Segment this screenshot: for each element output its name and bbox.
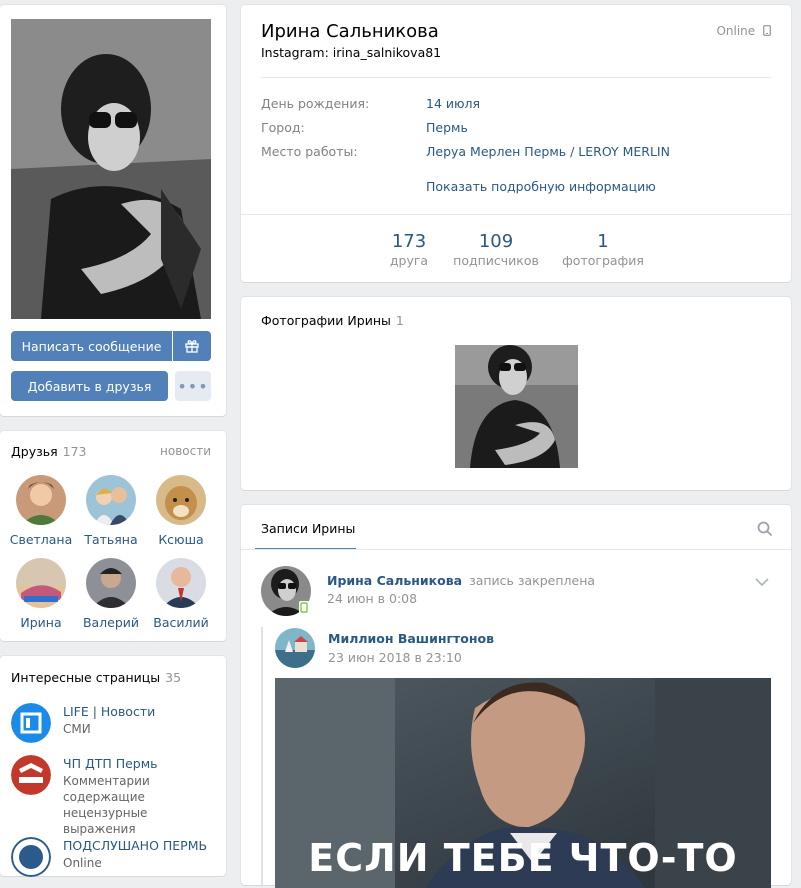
page-title: Ирина Сальникова: [261, 21, 439, 42]
divider: [261, 77, 771, 78]
friend-item[interactable]: Василий: [146, 558, 216, 630]
repost-author-link[interactable]: Миллион Вашингтонов: [328, 631, 494, 646]
post-author-link[interactable]: Ирина Сальникова: [327, 573, 462, 588]
info-value-work[interactable]: Леруа Мерлен Пермь / LEROY MERLIN: [426, 144, 670, 159]
friend-item[interactable]: Валерий: [76, 558, 146, 630]
photos-title[interactable]: Фотографии Ирины 1: [261, 313, 404, 328]
online-status: Online: [716, 24, 771, 38]
avatar: [16, 558, 66, 608]
friends-title[interactable]: Друзья 173: [11, 444, 87, 459]
friends-block: Друзья 173 новости Светлана Татьяна Ксюша…: [0, 431, 226, 641]
post-date[interactable]: 24 июн в 0:08: [327, 591, 417, 606]
info-label-birthday: День рождения:: [261, 96, 370, 111]
life-logo-icon: [11, 703, 51, 743]
chp-dtp-logo-icon: [11, 755, 51, 795]
pages-title[interactable]: Интересные страницы 35: [11, 670, 181, 685]
wall-block: Записи Ирины Ирина Сальникова запись зак…: [241, 505, 791, 888]
friend-item[interactable]: Татьяна: [76, 475, 146, 547]
profile-photo[interactable]: [11, 19, 211, 319]
profile-info-card: Ирина Сальникова Instagram: irina_salnik…: [241, 5, 791, 282]
chevron-down-icon[interactable]: [755, 578, 769, 587]
friend-item[interactable]: Ирина: [6, 558, 76, 630]
post-header: Ирина Сальникова запись закреплена: [327, 573, 595, 588]
info-value-city[interactable]: Пермь: [426, 120, 468, 135]
send-message-button[interactable]: Написать сообщение: [11, 331, 172, 361]
photo-thumbnail[interactable]: [455, 345, 578, 468]
gift-icon: [185, 340, 199, 353]
repost-date[interactable]: 23 июн 2018 в 23:10: [328, 650, 462, 665]
more-actions-button[interactable]: •••: [175, 371, 211, 401]
show-more-info-link[interactable]: Показать подробную информацию: [426, 179, 656, 194]
post-image[interactable]: ЕСЛИ ТЕБЕ ЧТО-ТО: [275, 678, 771, 888]
podslushano-logo-icon: [11, 837, 51, 877]
avatar[interactable]: [275, 628, 315, 668]
divider: [241, 214, 791, 215]
friend-item[interactable]: Ксюша: [146, 475, 216, 547]
interesting-pages-block: Интересные страницы 35 LIFE | Новости СМИ…: [0, 656, 226, 877]
repost-indicator: [261, 627, 263, 887]
tab-wall-posts[interactable]: Записи Ирины: [261, 521, 355, 536]
avatar-card: Написать сообщение Добавить в друзья •••: [0, 5, 226, 416]
profile-status: Instagram: irina_salnikova81: [261, 45, 442, 60]
photos-block: Фотографии Ирины 1: [241, 297, 791, 490]
mobile-icon: [763, 25, 771, 36]
post-image-caption: ЕСЛИ ТЕБЕ ЧТО-ТО: [308, 836, 738, 880]
counter-followers[interactable]: 109 подписчиков: [451, 231, 541, 268]
counter-photos[interactable]: 1 фотография: [561, 231, 645, 268]
info-label-city: Город:: [261, 120, 305, 135]
add-friend-button[interactable]: Добавить в друзья: [11, 371, 168, 401]
avatar: [156, 558, 206, 608]
friend-item[interactable]: Светлана: [6, 475, 76, 547]
search-icon[interactable]: [757, 521, 773, 540]
avatar: [156, 475, 206, 525]
avatar: [86, 558, 136, 608]
info-value-birthday[interactable]: 14 июля: [426, 96, 480, 111]
mobile-online-icon: [299, 601, 309, 614]
counter-friends[interactable]: 173 друга: [389, 231, 429, 268]
friends-news-link[interactable]: новости: [160, 444, 211, 458]
info-label-work: Место работы:: [261, 144, 358, 159]
gift-button[interactable]: [173, 331, 211, 361]
avatar: [86, 475, 136, 525]
post-action: запись закреплена: [469, 573, 596, 588]
avatar: [16, 475, 66, 525]
divider: [241, 549, 791, 550]
